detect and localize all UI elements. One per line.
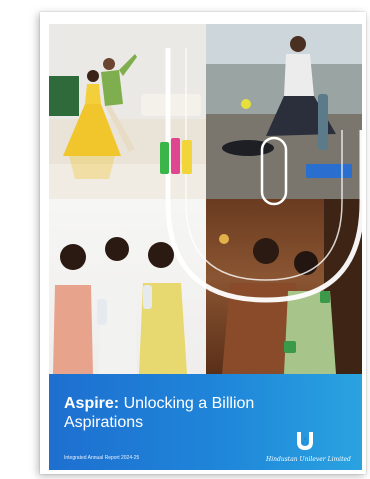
report-title: Aspire: Unlocking a Billion Aspirations xyxy=(64,394,304,432)
unilever-u-logo-icon xyxy=(297,432,313,450)
title-bold: Aspire: xyxy=(64,395,120,412)
report-subtitle: Integrated Annual Report 2024-25 xyxy=(64,455,140,461)
company-name: Hindustan Unilever Limited xyxy=(266,456,351,463)
title-band: Aspire: Unlocking a Billion Aspirations … xyxy=(49,374,362,470)
report-cover: Aspire: Unlocking a Billion Aspirations … xyxy=(40,12,366,474)
